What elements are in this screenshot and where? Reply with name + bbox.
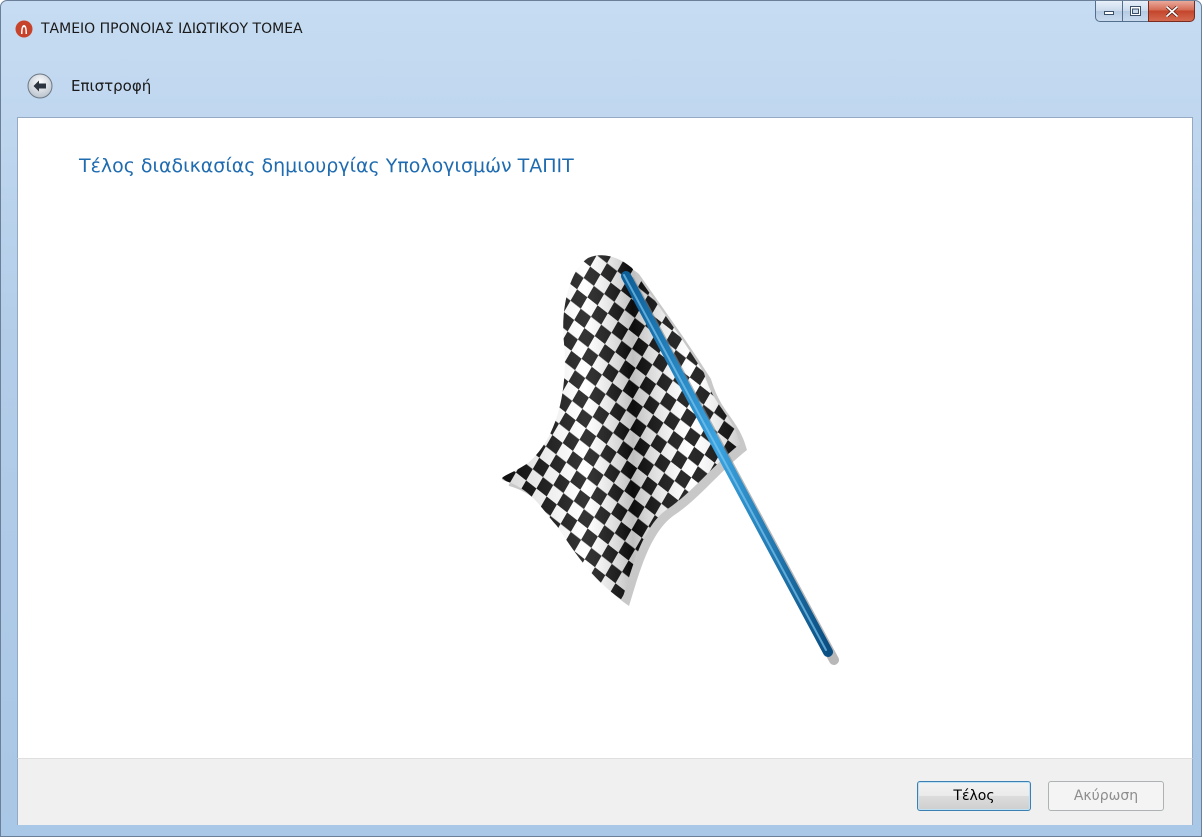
maximize-button[interactable] bbox=[1122, 1, 1148, 22]
back-label[interactable]: Επιστροφή bbox=[71, 77, 151, 95]
arrow-left-icon[interactable] bbox=[27, 73, 53, 99]
button-bar: Τέλος Ακύρωση bbox=[17, 758, 1193, 825]
content-panel: Τέλος διαδικασίας δημιουργίας Υπολογισμώ… bbox=[17, 117, 1193, 758]
app-logo-icon bbox=[15, 20, 33, 38]
finish-button[interactable]: Τέλος bbox=[917, 781, 1031, 811]
wizard-window: ΤΑΜΕΙΟ ΠΡΟΝΟΙΑΣ ΙΔΙΩΤΙΚΟΥ ΤΟΜΕΑ Επιστροφ… bbox=[0, 0, 1202, 837]
maximize-icon bbox=[1130, 6, 1141, 16]
close-button[interactable] bbox=[1148, 1, 1195, 22]
cancel-button: Ακύρωση bbox=[1048, 781, 1164, 811]
caption-buttons bbox=[1095, 1, 1195, 23]
window-title: ΤΑΜΕΙΟ ΠΡΟΝΟΙΑΣ ΙΔΙΩΤΙΚΟΥ ΤΟΜΕΑ bbox=[41, 21, 303, 37]
minimize-button[interactable] bbox=[1095, 1, 1122, 22]
navigation-bar: Επιστροφή bbox=[1, 69, 1201, 105]
minimize-icon bbox=[1104, 11, 1114, 15]
close-icon bbox=[1165, 5, 1178, 17]
title-bar[interactable]: ΤΑΜΕΙΟ ΠΡΟΝΟΙΑΣ ΙΔΙΩΤΙΚΟΥ ΤΟΜΕΑ bbox=[1, 1, 1201, 57]
checkered-flag-icon bbox=[501, 255, 839, 665]
page-title: Τέλος διαδικασίας δημιουργίας Υπολογισμώ… bbox=[79, 155, 574, 177]
